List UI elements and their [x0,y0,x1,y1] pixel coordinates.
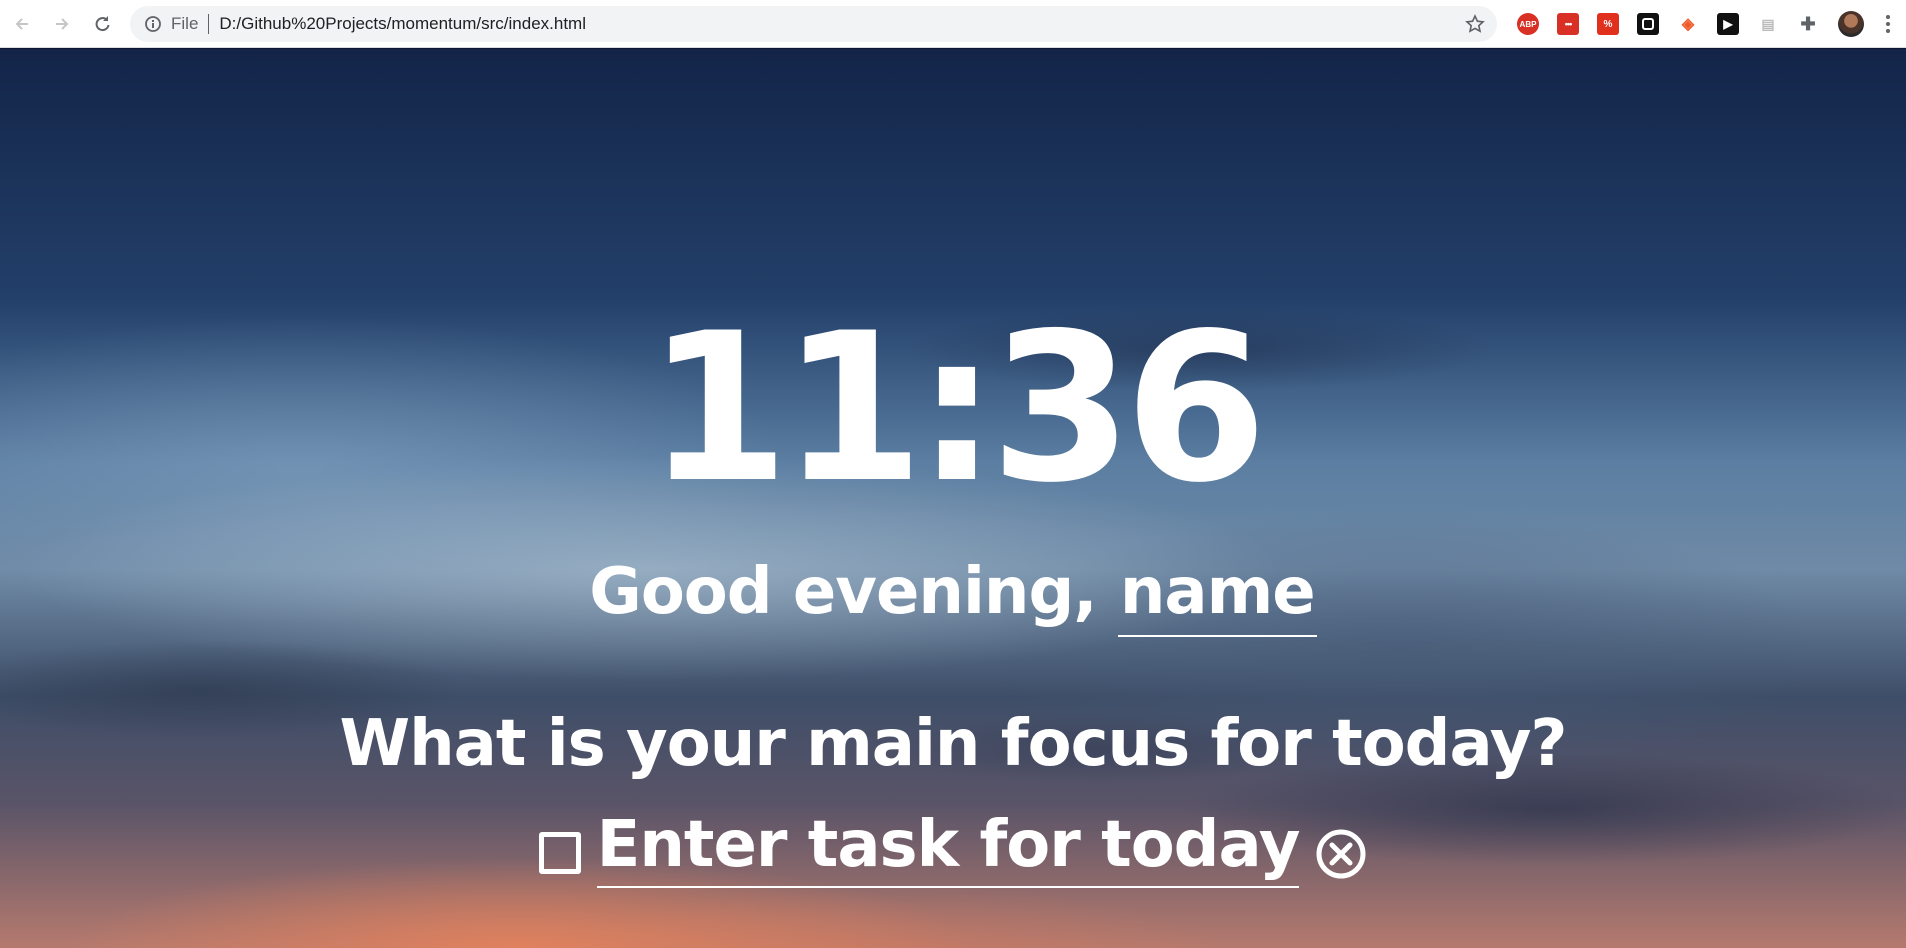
document-extension-icon[interactable]: ▤ [1757,13,1779,35]
lastpass-extension-icon[interactable]: ••• [1557,13,1579,35]
scheme-divider [208,14,210,34]
play-extension-icon[interactable]: ▶ [1717,13,1739,35]
task-checkbox[interactable] [538,832,581,874]
url-text[interactable]: D:/Github%20Projects/momentum/src/index.… [219,14,586,34]
arrow-left-icon [15,17,28,30]
profile-avatar[interactable] [1838,11,1864,37]
info-icon[interactable] [143,14,163,34]
percent-extension-icon[interactable]: % [1597,13,1619,35]
extensions-bar: ABP ••• % ◈ ▶ ▤ ✚ [1508,8,1900,40]
greeting-text: Good evening, [589,555,1118,629]
arrow-right-icon [56,17,69,30]
bookmark-star-icon[interactable] [1465,14,1485,34]
adblock-extension-icon[interactable]: ABP [1517,13,1539,35]
square-extension-icon[interactable] [1637,13,1659,35]
reload-button[interactable] [86,8,118,40]
address-bar[interactable]: File D:/Github%20Projects/momentum/src/i… [130,6,1497,42]
greeting: Good evening, name [0,555,1906,637]
scheme-label: File [171,14,199,33]
clock-time: 11:36 [646,290,1268,528]
puzzle-extensions-icon[interactable]: ✚ [1797,13,1819,35]
focus-question: What is your main focus for today? [339,707,1567,781]
reload-icon [95,15,110,31]
forward-button[interactable] [46,8,78,40]
shield-extension-icon[interactable]: ◈ [1677,13,1699,35]
browser-menu-icon[interactable] [1876,8,1900,40]
back-button[interactable] [6,8,38,40]
task-row: Enter task for today [0,806,1906,892]
name-input[interactable]: name [1117,555,1317,637]
browser-toolbar: File D:/Github%20Projects/momentum/src/i… [0,0,1906,48]
clear-task-icon[interactable] [1315,828,1367,880]
task-input[interactable]: Enter task for today [596,809,1300,889]
